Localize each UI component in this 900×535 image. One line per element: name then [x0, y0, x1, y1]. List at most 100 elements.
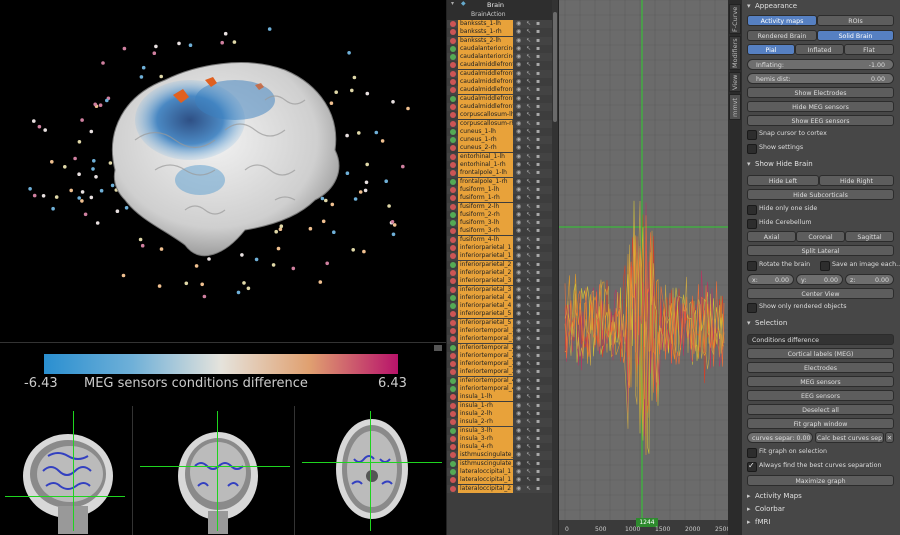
outliner-item[interactable]: insula_4-rh ◉ ↖ ▪: [447, 443, 558, 452]
visibility-eye-icon[interactable]: ◉: [516, 70, 522, 77]
always-find-best-checkbox[interactable]: Always find the best curves separation: [747, 461, 881, 472]
render-camera-icon[interactable]: ▪: [536, 477, 542, 483]
visibility-eye-icon[interactable]: ◉: [516, 87, 522, 93]
render-camera-icon[interactable]: ▪: [536, 145, 542, 151]
outliner-item[interactable]: inferiorparietal_1 ◉ ↖ ▪: [447, 244, 558, 253]
visibility-eye-icon[interactable]: ◉: [516, 319, 522, 326]
visibility-eye-icon[interactable]: ◉: [516, 452, 522, 458]
visibility-eye-icon[interactable]: ◉: [516, 137, 522, 143]
show-settings-checkbox[interactable]: Show settings: [747, 143, 803, 154]
outliner-item[interactable]: inferiorparietal_3 ◉ ↖ ▪: [447, 285, 558, 294]
hide-subcorticals-button[interactable]: Hide Subcorticals: [747, 189, 894, 200]
visibility-eye-icon[interactable]: ◉: [516, 444, 522, 450]
outliner-item[interactable]: inferiorparietal_3 ◉ ↖ ▪: [447, 277, 558, 286]
render-camera-icon[interactable]: ▪: [536, 228, 542, 234]
select-arrow-icon[interactable]: ↖: [526, 435, 532, 442]
render-camera-icon[interactable]: ▪: [536, 112, 542, 118]
render-camera-icon[interactable]: ▪: [536, 402, 542, 409]
tab-view[interactable]: View: [729, 72, 741, 92]
visibility-eye-icon[interactable]: ◉: [516, 286, 522, 293]
outliner-item[interactable]: lateraloccipital_2 ◉ ↖ ▪: [447, 484, 558, 493]
render-camera-icon[interactable]: ▪: [536, 410, 542, 417]
select-arrow-icon[interactable]: ↖: [526, 452, 532, 458]
select-arrow-icon[interactable]: ↖: [526, 352, 532, 359]
render-camera-icon[interactable]: ▪: [536, 45, 542, 52]
select-arrow-icon[interactable]: ↖: [526, 261, 532, 268]
outliner-item[interactable]: isthmuscingulate_1 ◉ ↖ ▪: [447, 451, 558, 460]
outliner-item[interactable]: inferiortemporal_1 ◉ ↖ ▪: [447, 335, 558, 344]
render-camera-icon[interactable]: ▪: [536, 269, 542, 276]
outliner-item[interactable]: cuneus_2-rh ◉ ↖ ▪: [447, 144, 558, 153]
select-arrow-icon[interactable]: ↖: [526, 203, 532, 210]
tab-f-curve[interactable]: F-Curve: [729, 4, 741, 34]
render-camera-icon[interactable]: ▪: [536, 311, 542, 317]
conditions-dropdown[interactable]: Conditions difference: [747, 334, 894, 345]
select-arrow-icon[interactable]: ↖: [526, 37, 532, 44]
outliner-item[interactable]: caudalmiddlefront ◉ ↖ ▪: [447, 102, 558, 112]
outliner-item[interactable]: inferiortemporal_2 ◉ ↖ ▪: [447, 343, 558, 352]
render-camera-icon[interactable]: ▪: [536, 178, 542, 185]
visibility-eye-icon[interactable]: ◉: [516, 145, 522, 151]
render-camera-icon[interactable]: ▪: [536, 211, 542, 218]
render-camera-icon[interactable]: ▪: [536, 170, 542, 176]
outliner-scroll-thumb[interactable]: [553, 12, 557, 122]
select-arrow-icon[interactable]: ↖: [526, 427, 532, 434]
inflating-field[interactable]: Inflating: -1.00: [747, 59, 894, 70]
render-camera-icon[interactable]: ▪: [536, 70, 542, 77]
outliner-item[interactable]: inferiorparietal_1 ◉ ↖ ▪: [447, 252, 558, 261]
select-arrow-icon[interactable]: ↖: [526, 54, 532, 60]
select-arrow-icon[interactable]: ↖: [526, 137, 532, 143]
outliner-item[interactable]: caudalmiddlefront ◉ ↖ ▪: [447, 78, 558, 87]
render-camera-icon[interactable]: ▪: [536, 386, 542, 392]
visibility-eye-icon[interactable]: ◉: [516, 112, 522, 118]
coronal-button[interactable]: Coronal: [796, 231, 845, 242]
colorbar-header[interactable]: ▸ Colorbar: [742, 503, 900, 515]
rois-button[interactable]: ROIs: [817, 15, 894, 26]
outliner-item[interactable]: inferiorparietal_5 ◉ ↖ ▪: [447, 310, 558, 319]
render-camera-icon[interactable]: ▪: [536, 435, 542, 442]
hide-right-button[interactable]: Hide Right: [819, 175, 894, 186]
select-arrow-icon[interactable]: ↖: [526, 327, 532, 334]
visibility-eye-icon[interactable]: ◉: [516, 469, 522, 475]
render-camera-icon[interactable]: ▪: [536, 427, 542, 434]
outliner-item[interactable]: entorhinal_1-rh ◉ ↖ ▪: [447, 161, 558, 170]
outliner-item[interactable]: inferiortemporal_2 ◉ ↖ ▪: [447, 351, 558, 361]
outliner-item[interactable]: insula_1-lh ◉ ↖ ▪: [447, 393, 558, 402]
sagittal-slice-view[interactable]: [0, 406, 133, 535]
visibility-eye-icon[interactable]: ◉: [516, 419, 522, 425]
outliner-item[interactable]: fusiform_3-lh ◉ ↖ ▪: [447, 219, 558, 228]
graph-curves[interactable]: [559, 0, 729, 535]
render-camera-icon[interactable]: ▪: [536, 21, 542, 27]
outliner-item[interactable]: bankssts_2-lh ◉ ↖ ▪: [447, 36, 558, 45]
visibility-eye-icon[interactable]: ◉: [516, 485, 522, 492]
render-camera-icon[interactable]: ▪: [536, 327, 542, 334]
select-arrow-icon[interactable]: ↖: [526, 319, 532, 326]
brain-render[interactable]: [95, 40, 355, 270]
show-rendered-objects-checkbox[interactable]: Show only rendered objects: [747, 302, 847, 313]
outliner-item[interactable]: caudalmiddlefront ◉ ↖ ▪: [447, 94, 558, 103]
outliner-item[interactable]: fusiform_1-rh ◉ ↖ ▪: [447, 194, 558, 203]
select-arrow-icon[interactable]: ↖: [526, 120, 532, 127]
outliner-item[interactable]: caudalanteriorcing ◉ ↖ ▪: [447, 44, 558, 53]
select-arrow-icon[interactable]: ↖: [526, 369, 532, 375]
render-camera-icon[interactable]: ▪: [536, 245, 542, 251]
select-arrow-icon[interactable]: ↖: [526, 186, 532, 193]
visibility-eye-icon[interactable]: ◉: [516, 435, 522, 442]
visibility-eye-icon[interactable]: ◉: [516, 377, 522, 384]
outliner-item[interactable]: caudalmiddlefront ◉ ↖ ▪: [447, 69, 558, 79]
select-arrow-icon[interactable]: ↖: [526, 162, 532, 168]
visibility-eye-icon[interactable]: ◉: [516, 336, 522, 342]
outliner-header[interactable]: ▾ ◆ Brain: [447, 0, 558, 10]
visibility-eye-icon[interactable]: ◉: [516, 253, 522, 259]
outliner-item[interactable]: insula_1-rh ◉ ↖ ▪: [447, 401, 558, 410]
meg-sensors-button[interactable]: MEG sensors: [747, 376, 894, 387]
select-arrow-icon[interactable]: ↖: [526, 377, 532, 384]
visibility-eye-icon[interactable]: ◉: [516, 128, 522, 135]
expand-icon[interactable]: ▾: [451, 1, 457, 7]
outliner-item[interactable]: lateraloccipital_1 ◉ ↖ ▪: [447, 476, 558, 485]
fit-graph-window-button[interactable]: Fit graph window: [747, 418, 894, 429]
visibility-eye-icon[interactable]: ◉: [516, 178, 522, 185]
render-camera-icon[interactable]: ▪: [536, 162, 542, 168]
render-camera-icon[interactable]: ▪: [536, 460, 542, 467]
render-camera-icon[interactable]: ▪: [536, 344, 542, 351]
